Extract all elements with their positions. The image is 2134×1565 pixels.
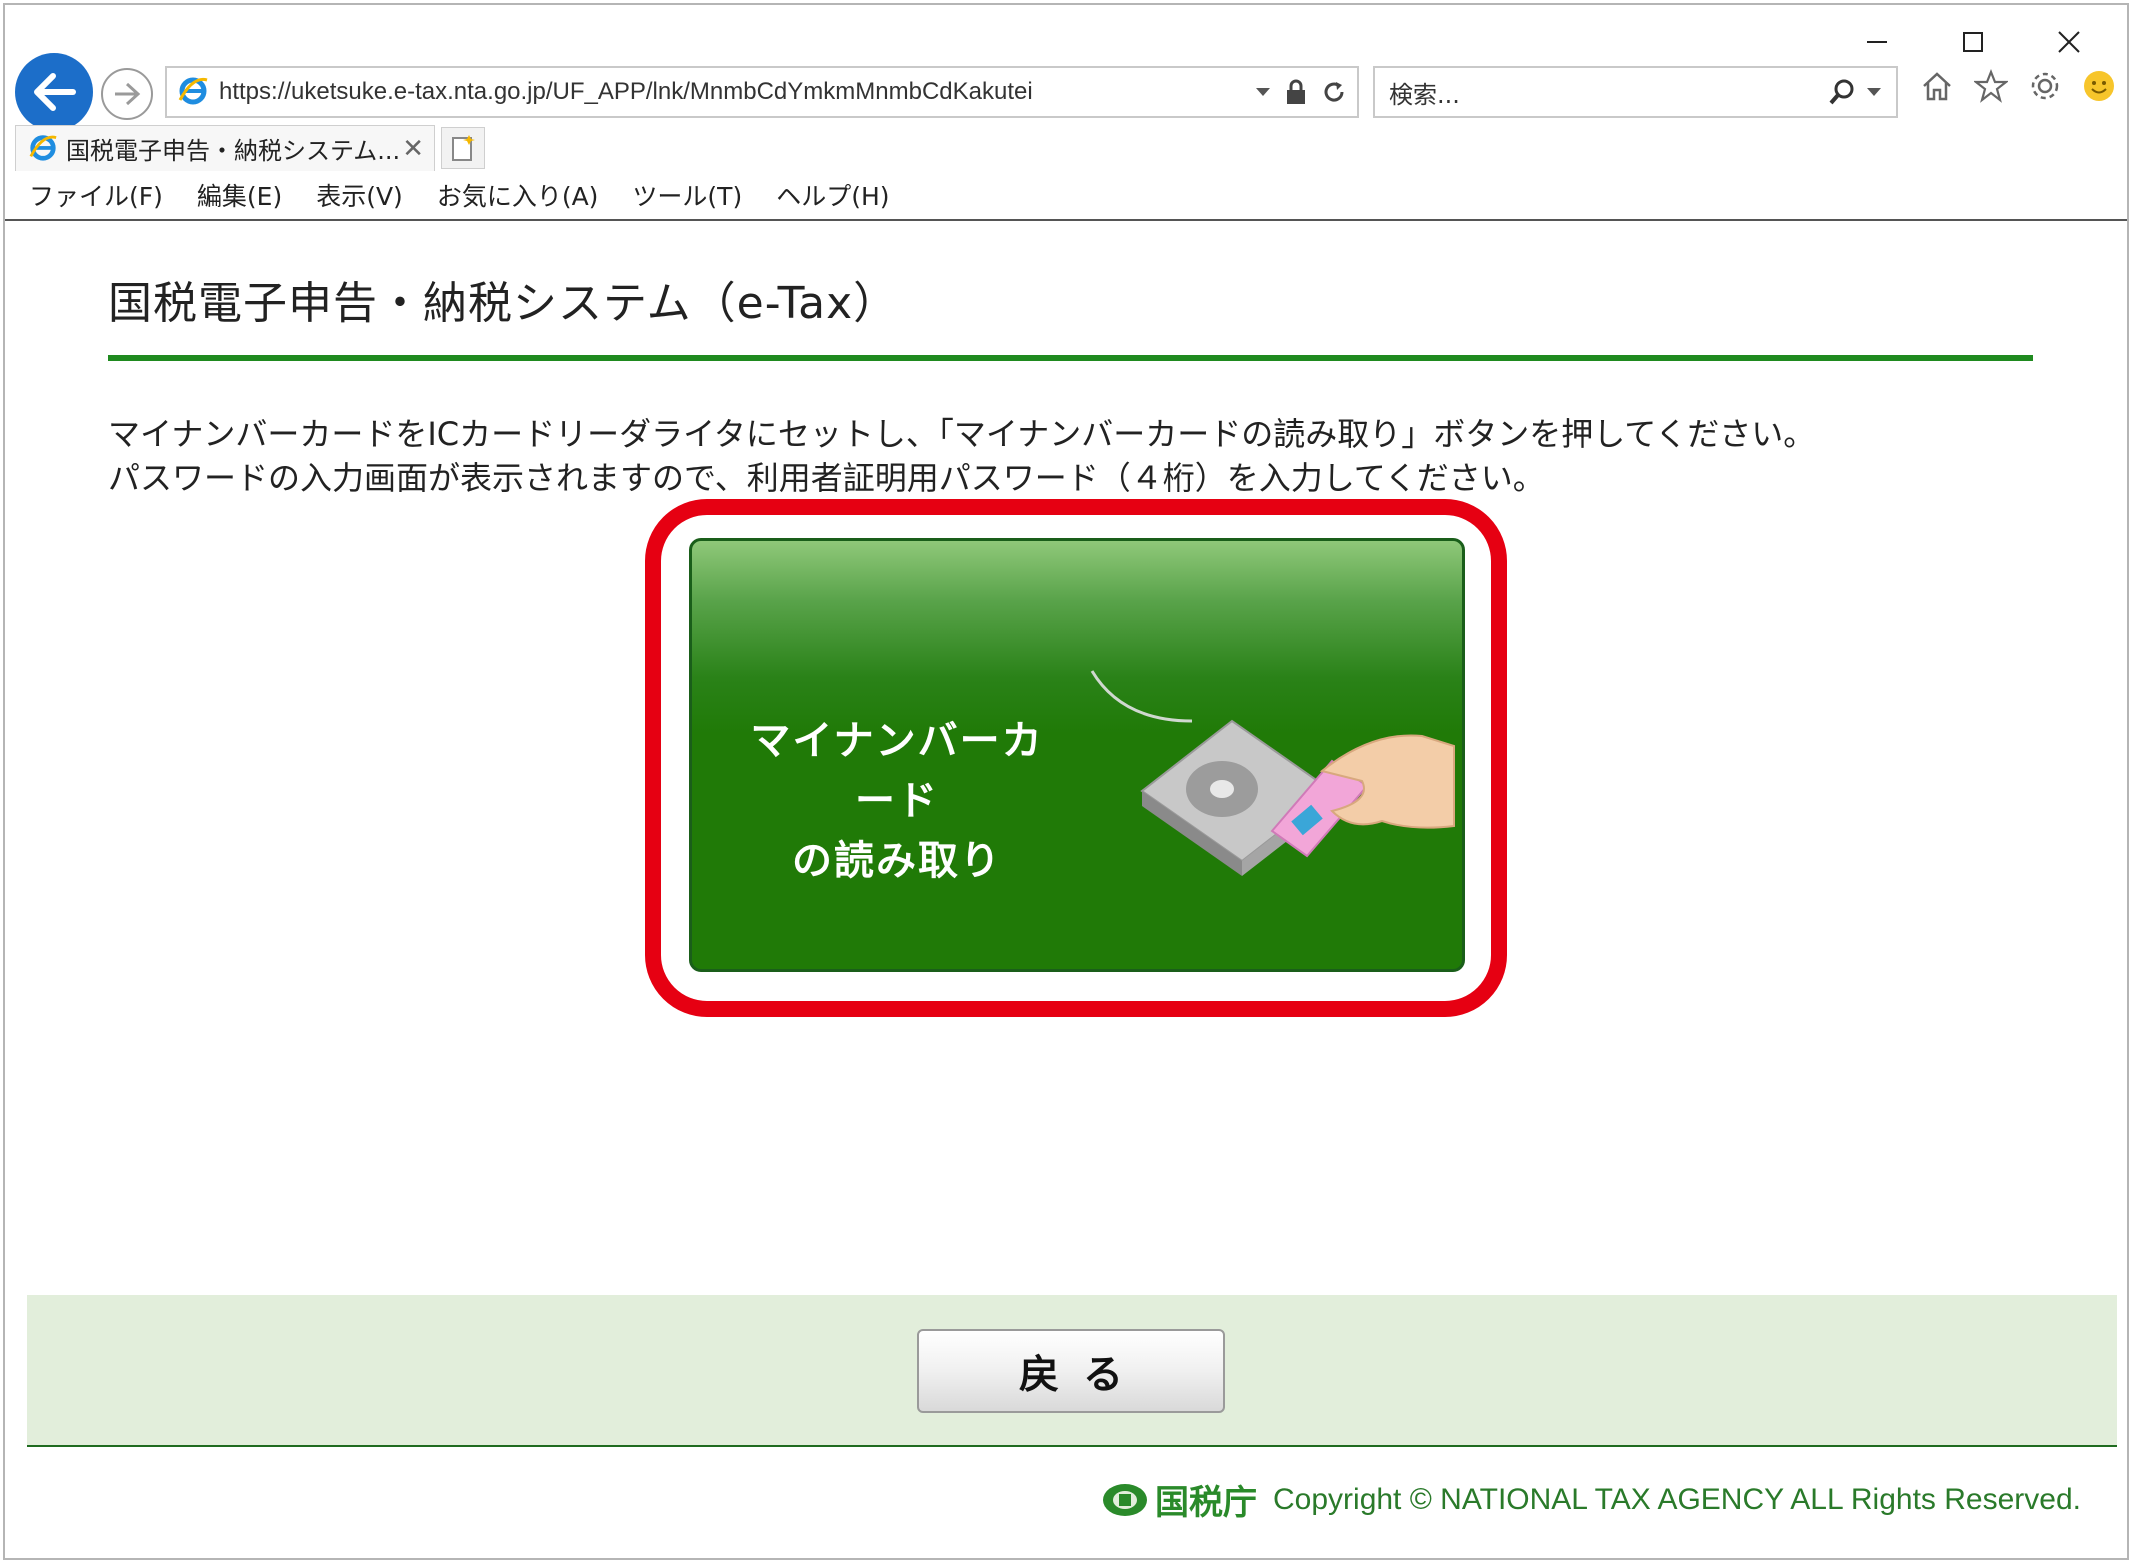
menu-help[interactable]: ヘルプ(H) [776, 177, 889, 213]
nta-emblem-icon [1103, 1483, 1147, 1516]
page-title: 国税電子申告・納税システム（e-Tax） [108, 278, 899, 329]
new-tab-button[interactable] [441, 127, 485, 169]
footer-copyright: 国税庁 Copyright © NATIONAL TAX AGENCY ALL … [1101, 1475, 2081, 1524]
browser-window: https://uketsuke.e-tax.nta.go.jp/UF_APP/… [3, 3, 2129, 1560]
close-window-button[interactable] [2021, 17, 2117, 67]
dropdown-arrow-icon[interactable] [1255, 87, 1271, 97]
search-bar[interactable]: 検索... [1373, 66, 1898, 118]
read-button-label: マイナンバーカード の読み取り [732, 711, 1062, 891]
back-nav-button[interactable] [15, 53, 93, 131]
menu-tools[interactable]: ツール(T) [632, 177, 742, 213]
read-button-label-line2: の読み取り [792, 838, 1002, 884]
menu-file[interactable]: ファイル(F) [29, 177, 163, 213]
maximize-icon [1963, 32, 1983, 52]
read-button-label-line1: マイナンバーカード [750, 718, 1044, 824]
copyright-text: Copyright © NATIONAL TAX AGENCY ALL Righ… [1273, 1482, 2081, 1516]
browser-right-icons [1920, 69, 2116, 103]
maximize-button[interactable] [1925, 17, 2021, 67]
dropdown-arrow-icon[interactable] [1866, 87, 1882, 97]
menu-view[interactable]: 表示(V) [316, 177, 403, 213]
tab-close-button[interactable]: ✕ [402, 134, 424, 164]
browser-toolbar: https://uketsuke.e-tax.nta.go.jp/UF_APP/… [5, 5, 2127, 131]
read-my-number-card-button[interactable]: マイナンバーカード の読み取り [689, 538, 1465, 972]
agency-name: 国税庁 [1155, 1483, 1257, 1523]
arrow-left-icon [34, 73, 76, 111]
minimize-button[interactable] [1829, 17, 1925, 67]
arrow-right-icon [115, 82, 141, 106]
title-divider [108, 355, 2033, 361]
search-tools [1828, 78, 1882, 106]
lock-icon[interactable] [1285, 79, 1307, 105]
minimize-icon [1867, 41, 1887, 43]
home-icon[interactable] [1920, 69, 1954, 103]
menu-favorites[interactable]: お気に入り(A) [437, 177, 599, 213]
close-icon [2058, 31, 2080, 53]
url-text: https://uketsuke.e-tax.nta.go.jp/UF_APP/… [219, 78, 1033, 105]
new-tab-icon [452, 135, 475, 161]
tab-active[interactable]: 国税電子申告・納税システム... ✕ [15, 125, 435, 171]
back-button[interactable]: 戻る [917, 1329, 1225, 1413]
tab-strip: 国税電子申告・納税システム... ✕ [5, 125, 2127, 171]
card-reader-illustration [1090, 670, 1455, 876]
gear-icon[interactable] [2028, 69, 2062, 103]
address-bar[interactable]: https://uketsuke.e-tax.nta.go.jp/UF_APP/… [165, 66, 1359, 118]
instruction-text-2: パスワードの入力画面が表示されますので、利用者証明用パスワード（４桁）を入力して… [108, 459, 1545, 497]
nta-logo: 国税庁 [1101, 1475, 1257, 1524]
menu-edit[interactable]: 編集(E) [197, 177, 282, 213]
refresh-icon[interactable] [1321, 79, 1347, 105]
ie-logo-icon [28, 132, 58, 166]
instruction-text-1: マイナンバーカードをICカードリーダライタにセットし、「マイナンバーカードの読み… [108, 415, 1816, 453]
search-input[interactable]: 検索... [1389, 75, 1828, 110]
menu-bar: ファイル(F) 編集(E) 表示(V) お気に入り(A) ツール(T) ヘルプ(… [5, 171, 2127, 221]
smiley-feedback-icon[interactable] [2082, 69, 2116, 103]
favorites-star-icon[interactable] [1974, 69, 2008, 103]
address-tools [1255, 79, 1347, 105]
search-icon[interactable] [1828, 78, 1856, 106]
forward-nav-button[interactable] [101, 68, 153, 120]
ie-logo-icon [177, 74, 209, 110]
window-controls [1829, 17, 2117, 67]
tab-title: 国税電子申告・納税システム... [66, 137, 401, 165]
